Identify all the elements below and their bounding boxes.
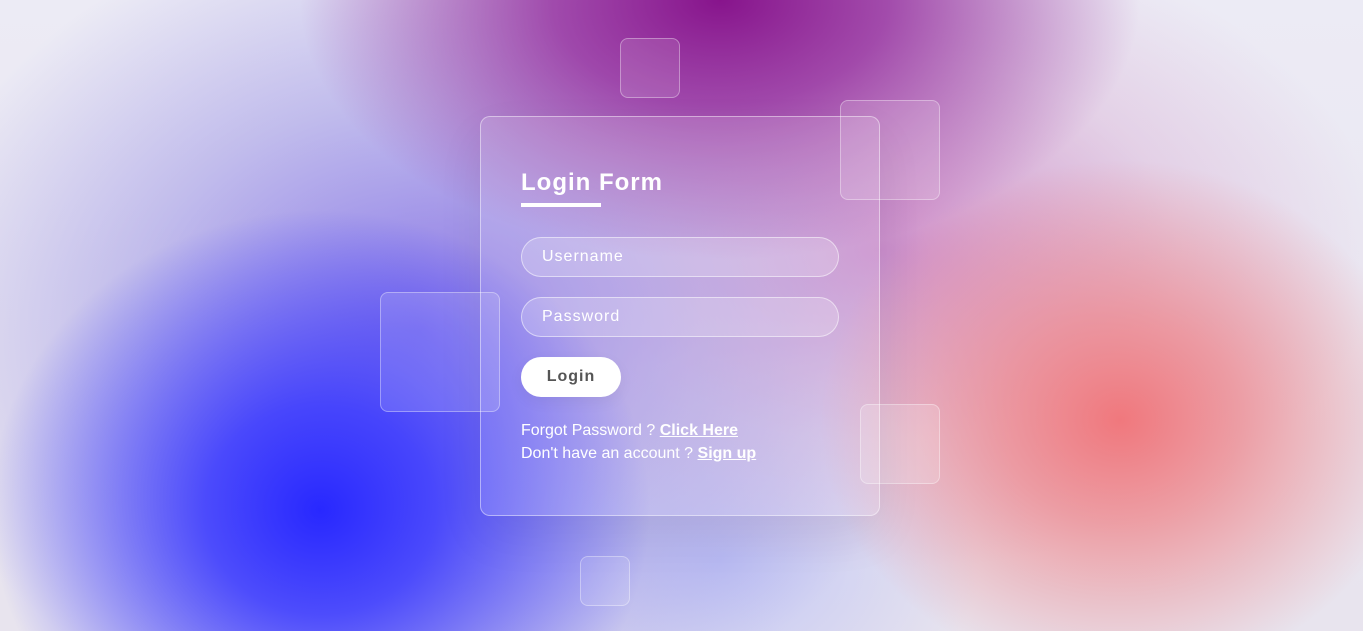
signup-text: Don't have an account ? xyxy=(521,445,694,462)
sign-up-link[interactable]: Sign up xyxy=(698,445,757,462)
login-card: Login Form Login Forgot Password ? Click… xyxy=(480,116,880,516)
password-input[interactable] xyxy=(521,297,839,337)
decorative-square xyxy=(620,38,680,98)
signup-line: Don't have an account ? Sign up xyxy=(521,445,756,463)
forgot-password-line: Forgot Password ? Click Here xyxy=(521,422,738,440)
decorative-square xyxy=(580,556,630,606)
click-here-link[interactable]: Click Here xyxy=(660,422,738,439)
forgot-password-text: Forgot Password ? xyxy=(521,422,656,439)
login-button[interactable]: Login xyxy=(521,357,621,397)
form-title: Login Form xyxy=(521,169,663,196)
title-underline xyxy=(521,203,601,207)
username-input[interactable] xyxy=(521,237,839,277)
